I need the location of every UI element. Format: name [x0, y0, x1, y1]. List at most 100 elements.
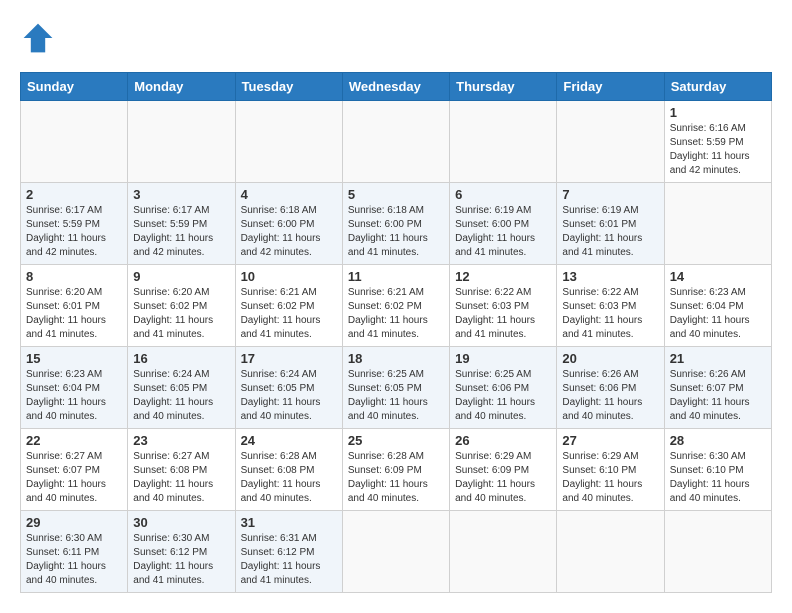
day-number: 3 [133, 187, 229, 202]
day-info: Sunrise: 6:20 AM Sunset: 6:02 PM Dayligh… [133, 286, 229, 342]
calendar-cell [235, 101, 342, 183]
day-info: Sunrise: 6:24 AM Sunset: 6:05 PM Dayligh… [133, 368, 229, 424]
calendar-cell: 30 Sunrise: 6:30 AM Sunset: 6:12 PM Dayli… [128, 511, 235, 593]
day-number: 10 [241, 269, 337, 284]
calendar-cell: 10 Sunrise: 6:21 AM Sunset: 6:02 PM Dayli… [235, 265, 342, 347]
calendar-cell: 17 Sunrise: 6:24 AM Sunset: 6:05 PM Dayli… [235, 347, 342, 429]
day-number: 12 [455, 269, 551, 284]
day-info: Sunrise: 6:29 AM Sunset: 6:10 PM Dayligh… [562, 450, 658, 506]
calendar-cell: 29 Sunrise: 6:30 AM Sunset: 6:11 PM Dayli… [21, 511, 128, 593]
calendar-header-wednesday: Wednesday [342, 73, 449, 101]
day-number: 29 [26, 515, 122, 530]
calendar-cell: 23 Sunrise: 6:27 AM Sunset: 6:08 PM Dayli… [128, 429, 235, 511]
day-number: 17 [241, 351, 337, 366]
day-number: 23 [133, 433, 229, 448]
day-info: Sunrise: 6:20 AM Sunset: 6:01 PM Dayligh… [26, 286, 122, 342]
day-info: Sunrise: 6:30 AM Sunset: 6:12 PM Dayligh… [133, 532, 229, 588]
calendar-cell: 31 Sunrise: 6:31 AM Sunset: 6:12 PM Dayli… [235, 511, 342, 593]
day-number: 11 [348, 269, 444, 284]
day-info: Sunrise: 6:23 AM Sunset: 6:04 PM Dayligh… [26, 368, 122, 424]
day-info: Sunrise: 6:19 AM Sunset: 6:00 PM Dayligh… [455, 204, 551, 260]
calendar-cell: 25Sunrise: 6:28 AM Sunset: 6:09 PM Dayli… [342, 429, 449, 511]
day-number: 28 [670, 433, 766, 448]
calendar-week-5: 22Sunrise: 6:27 AM Sunset: 6:07 PM Dayli… [21, 429, 772, 511]
calendar-cell: 18Sunrise: 6:25 AM Sunset: 6:05 PM Dayli… [342, 347, 449, 429]
day-info: Sunrise: 6:21 AM Sunset: 6:02 PM Dayligh… [348, 286, 444, 342]
calendar-cell: 1 Sunrise: 6:16 AM Sunset: 5:59 PM Daylig… [664, 101, 771, 183]
day-number: 16 [133, 351, 229, 366]
calendar-week-6: 29 Sunrise: 6:30 AM Sunset: 6:11 PM Dayli… [21, 511, 772, 593]
day-info: Sunrise: 6:30 AM Sunset: 6:11 PM Dayligh… [26, 532, 122, 588]
calendar-cell: 20 Sunrise: 6:26 AM Sunset: 6:06 PM Dayli… [557, 347, 664, 429]
day-info: Sunrise: 6:21 AM Sunset: 6:02 PM Dayligh… [241, 286, 337, 342]
calendar-cell: 3Sunrise: 6:17 AM Sunset: 5:59 PM Daylig… [128, 183, 235, 265]
day-info: Sunrise: 6:18 AM Sunset: 6:00 PM Dayligh… [241, 204, 337, 260]
calendar-cell [342, 101, 449, 183]
calendar-cell [557, 511, 664, 593]
calendar-cell: 24 Sunrise: 6:28 AM Sunset: 6:08 PM Dayli… [235, 429, 342, 511]
calendar-header-sunday: Sunday [21, 73, 128, 101]
day-number: 2 [26, 187, 122, 202]
day-info: Sunrise: 6:23 AM Sunset: 6:04 PM Dayligh… [670, 286, 766, 342]
calendar-cell: 16 Sunrise: 6:24 AM Sunset: 6:05 PM Dayli… [128, 347, 235, 429]
calendar-table: SundayMondayTuesdayWednesdayThursdayFrid… [20, 72, 772, 593]
day-number: 8 [26, 269, 122, 284]
day-number: 18 [348, 351, 444, 366]
calendar-header-friday: Friday [557, 73, 664, 101]
day-number: 22 [26, 433, 122, 448]
day-info: Sunrise: 6:26 AM Sunset: 6:06 PM Dayligh… [562, 368, 658, 424]
calendar-week-4: 15Sunrise: 6:23 AM Sunset: 6:04 PM Dayli… [21, 347, 772, 429]
calendar-header-tuesday: Tuesday [235, 73, 342, 101]
calendar-cell [128, 101, 235, 183]
day-info: Sunrise: 6:18 AM Sunset: 6:00 PM Dayligh… [348, 204, 444, 260]
day-number: 27 [562, 433, 658, 448]
calendar-cell [664, 183, 771, 265]
day-info: Sunrise: 6:27 AM Sunset: 6:08 PM Dayligh… [133, 450, 229, 506]
calendar-cell: 27 Sunrise: 6:29 AM Sunset: 6:10 PM Dayli… [557, 429, 664, 511]
calendar-week-1: 1 Sunrise: 6:16 AM Sunset: 5:59 PM Daylig… [21, 101, 772, 183]
calendar-cell: 14Sunrise: 6:23 AM Sunset: 6:04 PM Dayli… [664, 265, 771, 347]
calendar-cell: 12Sunrise: 6:22 AM Sunset: 6:03 PM Dayli… [450, 265, 557, 347]
day-info: Sunrise: 6:28 AM Sunset: 6:09 PM Dayligh… [348, 450, 444, 506]
calendar-cell [557, 101, 664, 183]
calendar-cell: 7Sunrise: 6:19 AM Sunset: 6:01 PM Daylig… [557, 183, 664, 265]
day-info: Sunrise: 6:17 AM Sunset: 5:59 PM Dayligh… [26, 204, 122, 260]
day-number: 30 [133, 515, 229, 530]
day-info: Sunrise: 6:29 AM Sunset: 6:09 PM Dayligh… [455, 450, 551, 506]
calendar-header-monday: Monday [128, 73, 235, 101]
day-info: Sunrise: 6:28 AM Sunset: 6:08 PM Dayligh… [241, 450, 337, 506]
calendar-cell: 9Sunrise: 6:20 AM Sunset: 6:02 PM Daylig… [128, 265, 235, 347]
calendar-header-saturday: Saturday [664, 73, 771, 101]
calendar-cell: 11 Sunrise: 6:21 AM Sunset: 6:02 PM Dayli… [342, 265, 449, 347]
calendar-cell: 28Sunrise: 6:30 AM Sunset: 6:10 PM Dayli… [664, 429, 771, 511]
day-number: 13 [562, 269, 658, 284]
day-number: 19 [455, 351, 551, 366]
calendar-cell: 5 Sunrise: 6:18 AM Sunset: 6:00 PM Daylig… [342, 183, 449, 265]
calendar-week-2: 2 Sunrise: 6:17 AM Sunset: 5:59 PM Daylig… [21, 183, 772, 265]
calendar-cell: 8 Sunrise: 6:20 AM Sunset: 6:01 PM Daylig… [21, 265, 128, 347]
calendar-cell: 2 Sunrise: 6:17 AM Sunset: 5:59 PM Daylig… [21, 183, 128, 265]
day-number: 31 [241, 515, 337, 530]
day-info: Sunrise: 6:26 AM Sunset: 6:07 PM Dayligh… [670, 368, 766, 424]
day-number: 20 [562, 351, 658, 366]
day-info: Sunrise: 6:22 AM Sunset: 6:03 PM Dayligh… [562, 286, 658, 342]
day-info: Sunrise: 6:25 AM Sunset: 6:06 PM Dayligh… [455, 368, 551, 424]
calendar-header-row: SundayMondayTuesdayWednesdayThursdayFrid… [21, 73, 772, 101]
day-number: 6 [455, 187, 551, 202]
day-number: 21 [670, 351, 766, 366]
day-info: Sunrise: 6:31 AM Sunset: 6:12 PM Dayligh… [241, 532, 337, 588]
day-info: Sunrise: 6:16 AM Sunset: 5:59 PM Dayligh… [670, 122, 766, 178]
day-number: 7 [562, 187, 658, 202]
day-number: 26 [455, 433, 551, 448]
day-number: 5 [348, 187, 444, 202]
calendar-cell [21, 101, 128, 183]
day-number: 24 [241, 433, 337, 448]
day-number: 1 [670, 105, 766, 120]
logo-icon [20, 20, 56, 56]
day-info: Sunrise: 6:24 AM Sunset: 6:05 PM Dayligh… [241, 368, 337, 424]
calendar-cell: 19 Sunrise: 6:25 AM Sunset: 6:06 PM Dayli… [450, 347, 557, 429]
calendar-header-thursday: Thursday [450, 73, 557, 101]
calendar-cell: 6 Sunrise: 6:19 AM Sunset: 6:00 PM Daylig… [450, 183, 557, 265]
logo [20, 20, 60, 56]
calendar-cell: 26 Sunrise: 6:29 AM Sunset: 6:09 PM Dayli… [450, 429, 557, 511]
